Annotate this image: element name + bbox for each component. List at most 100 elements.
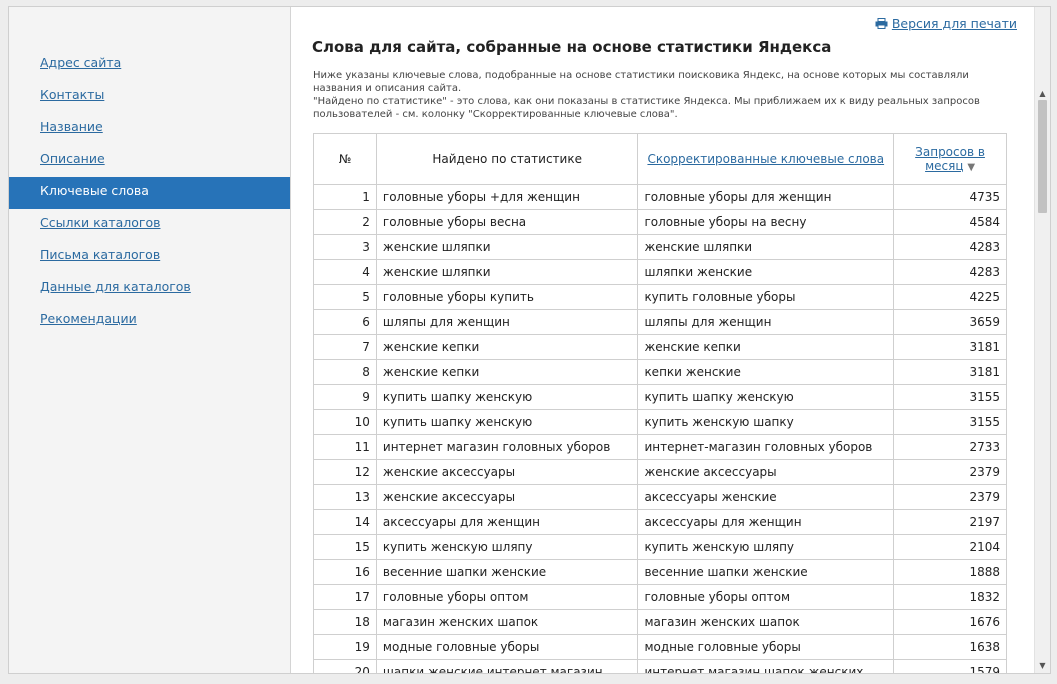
table-row: 11 интернет магазин головных уборов интерн… bbox=[313, 434, 1007, 460]
sidebar-item-label: Данные для каталогов bbox=[40, 279, 191, 294]
table-header-row: № Найдено по статистике Скорректированны… bbox=[313, 133, 1007, 185]
scroll-down-arrow-icon[interactable]: ▼ bbox=[1035, 658, 1050, 673]
row-corrected-keyword: модные головные уборы bbox=[637, 634, 895, 660]
table-row: 2 головные уборы весна головные уборы на в… bbox=[313, 209, 1007, 235]
row-corrected-keyword: аксессуары женские bbox=[637, 484, 895, 510]
column-header-corrected[interactable]: Скорректированные ключевые слова bbox=[637, 133, 895, 185]
table-row: 19 модные головные уборы модные головные у… bbox=[313, 634, 1007, 660]
table-row: 7 женские кепки женские кепки 3181 bbox=[313, 334, 1007, 360]
table-row: 8 женские кепки кепки женские 3181 bbox=[313, 359, 1007, 385]
row-corrected-keyword: интернет-магазин головных уборов bbox=[637, 434, 895, 460]
row-requests-count: 2104 bbox=[893, 534, 1007, 560]
row-corrected-keyword: аксессуары для женщин bbox=[637, 509, 895, 535]
row-found-keyword: магазин женских шапок bbox=[375, 609, 639, 635]
row-found-keyword: женские шляпки bbox=[375, 234, 639, 260]
row-found-keyword: женские аксессуары bbox=[375, 459, 639, 485]
row-requests-count: 4735 bbox=[893, 184, 1007, 210]
row-number: 11 bbox=[313, 434, 377, 460]
column-header-number: № bbox=[313, 133, 377, 185]
row-requests-count: 2733 bbox=[893, 434, 1007, 460]
row-requests-count: 4283 bbox=[893, 234, 1007, 260]
row-requests-count: 1888 bbox=[893, 559, 1007, 585]
row-found-keyword: головные уборы +для женщин bbox=[375, 184, 639, 210]
keywords-table: № Найдено по статистике Скорректированны… bbox=[313, 133, 1007, 673]
row-corrected-keyword: купить шапку женскую bbox=[637, 384, 895, 410]
column-header-requests-line1: Запросов в bbox=[915, 145, 985, 159]
row-requests-count: 1579 bbox=[893, 659, 1007, 673]
row-found-keyword: купить шапку женскую bbox=[375, 384, 639, 410]
sidebar-item-label: Письма каталогов bbox=[40, 247, 161, 262]
row-corrected-keyword: интернет магазин шапок женских bbox=[637, 659, 895, 673]
sidebar-item-label: Ключевые слова bbox=[40, 183, 149, 198]
row-requests-count: 3155 bbox=[893, 409, 1007, 435]
sidebar-item[interactable]: Рекомендации bbox=[9, 305, 290, 337]
page-title: Слова для сайта, собранные на основе ста… bbox=[312, 38, 832, 56]
print-version-link[interactable]: Версия для печати bbox=[875, 16, 1017, 31]
row-number: 12 bbox=[313, 459, 377, 485]
sidebar-item[interactable]: Данные для каталогов bbox=[9, 273, 290, 305]
row-requests-count: 2379 bbox=[893, 484, 1007, 510]
sort-desc-icon: ▼ bbox=[967, 162, 976, 173]
vertical-scrollbar[interactable]: ▲ ▼ bbox=[1034, 7, 1050, 673]
sidebar-item-label: Ссылки каталогов bbox=[40, 215, 161, 230]
row-number: 20 bbox=[313, 659, 377, 673]
row-found-keyword: интернет магазин головных уборов bbox=[375, 434, 639, 460]
row-corrected-keyword: головные уборы для женщин bbox=[637, 184, 895, 210]
table-body: 1 головные уборы +для женщин головные убор… bbox=[313, 184, 1007, 673]
printer-icon bbox=[875, 18, 888, 29]
table-row: 9 купить шапку женскую купить шапку женску… bbox=[313, 384, 1007, 410]
row-corrected-keyword: весенние шапки женские bbox=[637, 559, 895, 585]
row-number: 16 bbox=[313, 559, 377, 585]
row-corrected-keyword: женские шляпки bbox=[637, 234, 895, 260]
scroll-up-arrow-icon[interactable]: ▲ bbox=[1035, 86, 1050, 101]
row-number: 7 bbox=[313, 334, 377, 360]
sidebar-item[interactable]: Адрес сайта bbox=[9, 49, 290, 81]
row-requests-count: 3155 bbox=[893, 384, 1007, 410]
row-requests-count: 4225 bbox=[893, 284, 1007, 310]
row-number: 2 bbox=[313, 209, 377, 235]
table-row: 18 магазин женских шапок магазин женских ш… bbox=[313, 609, 1007, 635]
row-requests-count: 1832 bbox=[893, 584, 1007, 610]
table-row: 17 головные уборы оптом головные уборы опт… bbox=[313, 584, 1007, 610]
row-number: 3 bbox=[313, 234, 377, 260]
row-number: 9 bbox=[313, 384, 377, 410]
row-requests-count: 3181 bbox=[893, 334, 1007, 360]
scrollbar-thumb[interactable] bbox=[1038, 100, 1047, 213]
row-found-keyword: шляпы для женщин bbox=[375, 309, 639, 335]
sidebar-item-label: Контакты bbox=[40, 87, 105, 102]
row-found-keyword: головные уборы купить bbox=[375, 284, 639, 310]
row-number: 15 bbox=[313, 534, 377, 560]
sidebar-item[interactable]: Название bbox=[9, 113, 290, 145]
row-corrected-keyword: купить женскую шапку bbox=[637, 409, 895, 435]
table-row: 14 аксессуары для женщин аксессуары для же… bbox=[313, 509, 1007, 535]
description-line-1: Ниже указаны ключевые слова, подобранные… bbox=[313, 70, 969, 94]
table-row: 3 женские шляпки женские шляпки 4283 bbox=[313, 234, 1007, 260]
table-row: 5 головные уборы купить купить головные уб… bbox=[313, 284, 1007, 310]
table-row: 20 шапки женские интернет магазин интернет… bbox=[313, 659, 1007, 673]
row-number: 17 bbox=[313, 584, 377, 610]
row-found-keyword: женские кепки bbox=[375, 334, 639, 360]
row-corrected-keyword: женские аксессуары bbox=[637, 459, 895, 485]
column-header-requests[interactable]: Запросов в месяц ▼ bbox=[893, 133, 1007, 185]
row-requests-count: 1638 bbox=[893, 634, 1007, 660]
row-requests-count: 1676 bbox=[893, 609, 1007, 635]
row-requests-count: 4584 bbox=[893, 209, 1007, 235]
table-row: 15 купить женскую шляпу купить женскую шля… bbox=[313, 534, 1007, 560]
row-requests-count: 4283 bbox=[893, 259, 1007, 285]
sidebar-item[interactable]: Описание bbox=[9, 145, 290, 177]
print-version-label: Версия для печати bbox=[891, 16, 1017, 31]
sidebar-item[interactable]: Письма каталогов bbox=[9, 241, 290, 273]
sidebar-item[interactable]: Ключевые слова bbox=[9, 177, 290, 209]
description-line-2: "Найдено по статистике" - это слова, как… bbox=[313, 96, 980, 120]
row-found-keyword: женские шляпки bbox=[375, 259, 639, 285]
sidebar-item[interactable]: Контакты bbox=[9, 81, 290, 113]
table-row: 12 женские аксессуары женские аксессуары 23… bbox=[313, 459, 1007, 485]
sidebar-item-label: Название bbox=[40, 119, 103, 134]
row-corrected-keyword: кепки женские bbox=[637, 359, 895, 385]
main-content: Версия для печати Слова для сайта, собра… bbox=[291, 7, 1050, 673]
row-corrected-keyword: головные уборы оптом bbox=[637, 584, 895, 610]
row-found-keyword: весенние шапки женские bbox=[375, 559, 639, 585]
sidebar-item-label: Описание bbox=[40, 151, 105, 166]
row-corrected-keyword: магазин женских шапок bbox=[637, 609, 895, 635]
sidebar-item[interactable]: Ссылки каталогов bbox=[9, 209, 290, 241]
